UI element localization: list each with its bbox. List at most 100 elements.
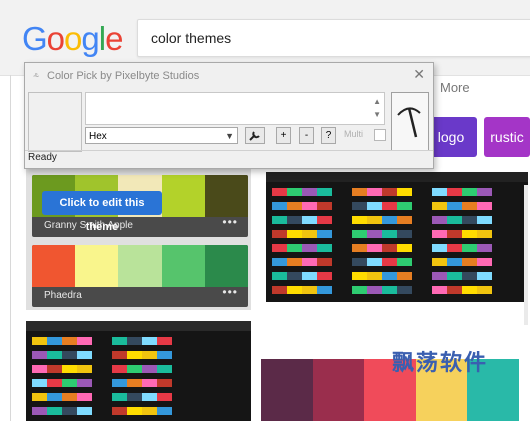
thumb-swatch <box>477 216 492 224</box>
palette-card-2[interactable]: Phaedra ••• <box>32 245 248 307</box>
thumb-swatch <box>157 351 172 359</box>
thumb-swatch <box>397 244 412 252</box>
thumb-swatch <box>112 407 127 415</box>
thumb-swatch <box>397 216 412 224</box>
thumb-swatch <box>462 286 477 294</box>
thumb-swatch <box>462 230 477 238</box>
swatch <box>118 245 162 287</box>
thumb-swatch <box>462 244 477 252</box>
chevron-down-icon: ▼ <box>225 131 234 141</box>
swatch <box>161 175 205 217</box>
thumb-swatch <box>317 244 332 252</box>
color-values-field[interactable]: ▲ ▼ <box>85 92 385 125</box>
multi-checkbox[interactable] <box>374 129 386 141</box>
thumb-swatch <box>352 202 367 210</box>
format-select[interactable]: Hex ▼ <box>85 127 238 144</box>
thumb-swatch <box>397 286 412 294</box>
thumb-swatch-row <box>432 258 492 266</box>
thumb-swatch <box>447 202 462 210</box>
thumb-swatch <box>317 286 332 294</box>
thumb-swatch <box>367 258 382 266</box>
thumb-swatch <box>302 230 317 238</box>
thumb-swatch <box>142 365 157 373</box>
thumb-swatch <box>477 272 492 280</box>
close-icon[interactable]: ✕ <box>413 66 425 83</box>
image-result-themes-grid[interactable] <box>266 172 528 302</box>
thumb-swatch-row <box>112 337 172 345</box>
thumb-swatch-row <box>112 365 172 373</box>
thumb-swatch <box>47 365 62 373</box>
thumb-swatch-row <box>352 258 412 266</box>
wrench-icon <box>249 131 260 141</box>
thumb-swatch <box>77 351 92 359</box>
thumb-swatch <box>447 188 462 196</box>
palette-colors-2 <box>32 245 248 287</box>
thumb-swatch <box>367 188 382 196</box>
swatch <box>75 245 119 287</box>
remove-button[interactable]: - <box>299 127 314 144</box>
thumb-swatch <box>272 244 287 252</box>
settings-button[interactable] <box>245 127 265 144</box>
thumb-swatch <box>397 272 412 280</box>
thumb-swatch <box>287 286 302 294</box>
thumb-swatch <box>302 188 317 196</box>
thumb-swatch <box>367 202 382 210</box>
help-button[interactable]: ? <box>321 127 336 144</box>
thumb-swatch <box>157 337 172 345</box>
image-result-adobe-color[interactable] <box>26 321 251 421</box>
thumb-swatch <box>352 216 367 224</box>
thumb-swatch <box>477 188 492 196</box>
thumb-swatch <box>397 258 412 266</box>
thumb-swatch <box>47 393 62 401</box>
thumb-swatch <box>432 202 447 210</box>
more-tab[interactable]: More <box>440 80 470 95</box>
edit-theme-tooltip[interactable]: Click to edit this theme <box>42 191 162 233</box>
thumb-swatch <box>447 244 462 252</box>
thumb-swatch <box>157 379 172 387</box>
thumb-swatch <box>112 379 127 387</box>
thumb-swatch-row <box>272 258 332 266</box>
thumb-swatch <box>447 230 462 238</box>
scrollbar[interactable] <box>524 185 528 325</box>
thumb-swatch <box>477 202 492 210</box>
thumb-swatch <box>112 337 127 345</box>
thumb-swatch <box>32 379 47 387</box>
thumb-swatch <box>317 258 332 266</box>
thumb-swatch <box>127 351 142 359</box>
thumb-swatch <box>397 202 412 210</box>
thumb-swatch-row <box>32 337 92 345</box>
more-options-icon[interactable]: ••• <box>222 215 238 229</box>
thumb-swatch <box>382 272 397 280</box>
app-icon: ⸛ <box>33 71 40 83</box>
thumb-swatch <box>317 202 332 210</box>
swatch <box>204 245 248 287</box>
search-input[interactable]: color themes <box>137 19 530 57</box>
thumb-swatch <box>77 393 92 401</box>
add-button[interactable]: + <box>276 127 291 144</box>
swatch <box>161 245 205 287</box>
chip-rustic-label: rustic <box>490 129 524 145</box>
pick-color-button[interactable] <box>391 92 429 151</box>
scroll-arrows-icon[interactable]: ▲ ▼ <box>373 95 381 121</box>
thumb-swatch <box>302 244 317 252</box>
thumb-swatch-row <box>432 188 492 196</box>
thumb-swatch <box>302 202 317 210</box>
thumb-swatch <box>462 272 477 280</box>
thumb-swatch-row <box>432 272 492 280</box>
thumb-swatch-row <box>112 393 172 401</box>
thumb-swatch <box>432 258 447 266</box>
thumb-swatch <box>432 272 447 280</box>
more-options-icon[interactable]: ••• <box>222 285 238 299</box>
thumb-swatch <box>367 230 382 238</box>
left-divider <box>10 75 11 421</box>
chip-rustic[interactable]: rustic <box>484 117 530 157</box>
thumb-swatch <box>157 393 172 401</box>
google-logo[interactable]: Google <box>22 20 123 58</box>
thumb-swatch <box>142 379 157 387</box>
thumb-swatch <box>432 244 447 252</box>
thumb-swatch <box>352 188 367 196</box>
thumb-swatch <box>127 365 142 373</box>
thumb-swatch <box>317 272 332 280</box>
thumb-swatch <box>157 407 172 415</box>
thumb-swatch <box>287 244 302 252</box>
